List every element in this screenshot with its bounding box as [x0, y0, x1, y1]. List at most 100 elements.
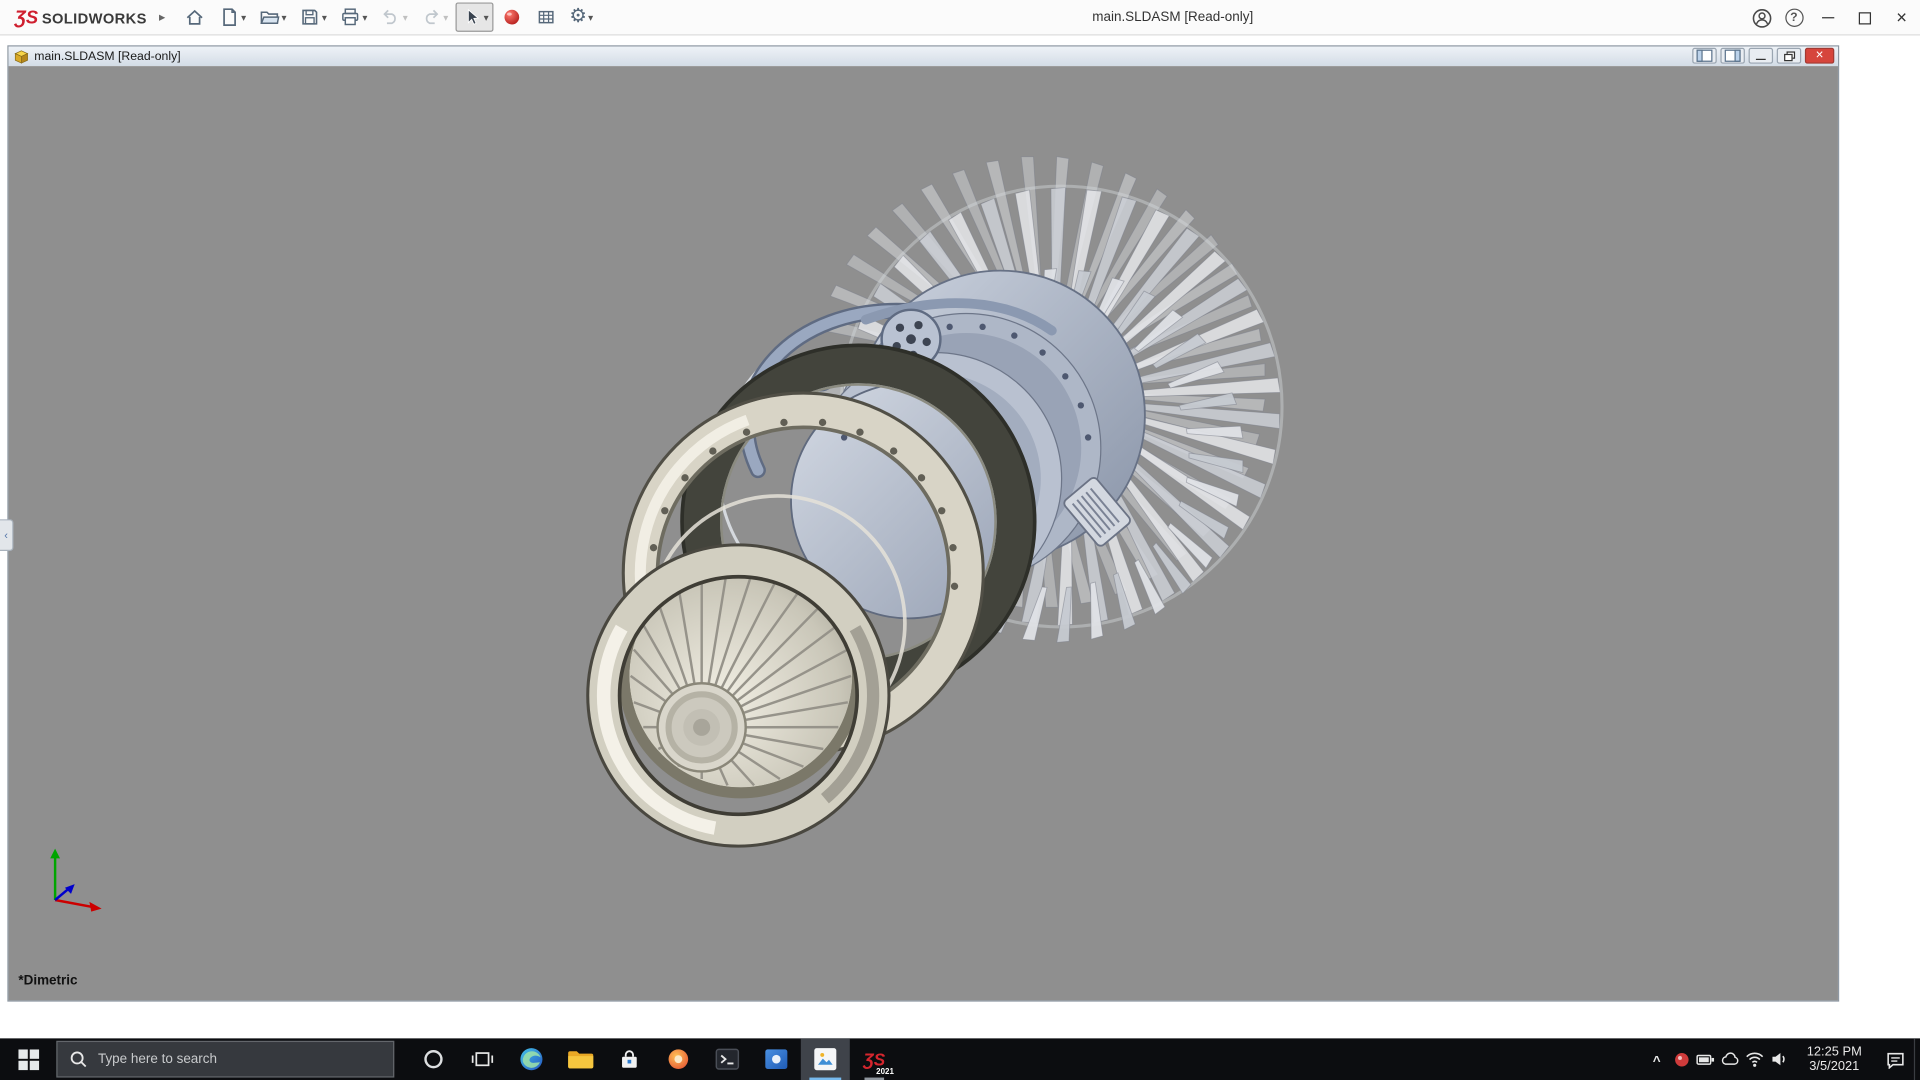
close-button[interactable]: × — [1883, 0, 1920, 36]
split-pane-right-icon — [1724, 49, 1741, 62]
dropdown-caret[interactable]: ▾ — [362, 12, 367, 23]
open-button[interactable]: ▾ — [253, 2, 291, 31]
document-window-controls: × — [1692, 48, 1834, 64]
solidworks-icon: ƷS — [863, 1049, 885, 1069]
tray-battery-icon[interactable] — [1693, 1038, 1717, 1080]
document-window: main.SLDASM [Read-only] × — [7, 45, 1839, 1001]
tray-onedrive-icon[interactable] — [1718, 1038, 1742, 1080]
menu-expand-arrow[interactable]: ▸ — [154, 10, 177, 23]
tray-network-icon[interactable] — [1742, 1038, 1766, 1080]
wifi-icon — [1745, 1051, 1765, 1068]
action-center-button[interactable] — [1877, 1038, 1914, 1080]
select-arrow-icon — [460, 6, 482, 28]
pane-layout-right-button[interactable] — [1720, 48, 1744, 64]
component-properties-button[interactable] — [530, 2, 562, 31]
cortana-icon — [422, 1048, 444, 1070]
cloud-icon — [1720, 1050, 1740, 1068]
taskbar-app-blue-icon[interactable] — [752, 1038, 801, 1080]
close-icon: × — [1816, 49, 1824, 62]
document-title: main.SLDASM [Read-only] — [34, 50, 180, 63]
taskbar-app-orange-icon[interactable] — [654, 1038, 703, 1080]
help-icon: ? — [1785, 9, 1803, 27]
system-tray: ^ 12:25 PM 3/5/2021 — [1644, 1038, 1920, 1080]
tray-show-hidden-icons[interactable]: ^ — [1644, 1038, 1668, 1080]
dropdown-caret[interactable]: ▾ — [484, 12, 489, 23]
tray-app-icon[interactable] — [1669, 1038, 1693, 1080]
photos-window-icon — [813, 1047, 837, 1071]
dropdown-caret[interactable]: ▾ — [322, 12, 327, 23]
dropdown-caret[interactable]: ▾ — [588, 12, 593, 23]
taskbar-clock[interactable]: 12:25 PM 3/5/2021 — [1796, 1044, 1872, 1073]
help-button[interactable]: ? — [1778, 0, 1810, 36]
solidworks-logo[interactable]: ƷS SOLIDWORKS — [7, 7, 154, 28]
task-view-button[interactable] — [458, 1038, 507, 1080]
z-axis-arrow — [65, 884, 75, 894]
save-button[interactable]: ▾ — [294, 2, 332, 31]
redo-icon — [420, 6, 442, 28]
taskbar-solidworks-icon[interactable]: ƷS 2021 — [850, 1038, 899, 1080]
red-sphere-button[interactable] — [496, 2, 528, 31]
account-icon — [1751, 7, 1773, 29]
close-icon: × — [1896, 9, 1907, 27]
pane-layout-left-button[interactable] — [1692, 48, 1716, 64]
task-view-icon — [471, 1049, 493, 1069]
search-input[interactable] — [98, 1052, 355, 1067]
print-icon — [339, 6, 361, 28]
taskbar-edge-icon[interactable] — [507, 1038, 556, 1080]
app-titlebar: ƷS SOLIDWORKS ▸ ▾ ▾ ▾ ▾ — [0, 0, 1920, 36]
dropdown-caret[interactable]: ▾ — [281, 12, 286, 23]
tray-volume-icon[interactable] — [1767, 1038, 1791, 1080]
search-icon — [70, 1051, 87, 1068]
document-close-button[interactable]: × — [1805, 48, 1834, 64]
red-dot-tray-icon — [1673, 1051, 1689, 1067]
dropdown-caret[interactable]: ▾ — [403, 12, 408, 23]
3d-viewport[interactable]: *Dimetric — [9, 66, 1838, 1000]
minimize-icon — [1756, 59, 1766, 60]
options-button[interactable]: ⚙ ▾ — [564, 2, 598, 31]
window-title: main.SLDASM [Read-only] — [1092, 10, 1253, 25]
taskbar: ƷS 2021 ^ 12:25 PM 3/5/ — [0, 1038, 1920, 1080]
account-button[interactable] — [1746, 0, 1778, 36]
dropdown-caret[interactable]: ▾ — [241, 12, 246, 23]
select-tool-button[interactable]: ▾ — [455, 2, 493, 31]
jet-engine-model — [9, 66, 1838, 1000]
orientation-triad[interactable] — [33, 844, 111, 922]
file-explorer-icon — [567, 1047, 594, 1071]
home-button[interactable] — [179, 2, 211, 31]
start-button[interactable] — [0, 1038, 56, 1080]
taskbar-store-icon[interactable] — [605, 1038, 654, 1080]
taskbar-search[interactable] — [56, 1041, 394, 1078]
minimize-icon — [1822, 17, 1834, 18]
redo-button[interactable]: ▾ — [415, 2, 453, 31]
minimize-button[interactable] — [1810, 0, 1847, 36]
blue-app-icon — [764, 1048, 788, 1070]
red-sphere-icon — [501, 6, 523, 28]
taskbar-active-app-icon[interactable] — [801, 1038, 850, 1080]
document-titlebar[interactable]: main.SLDASM [Read-only] × — [9, 47, 1838, 67]
open-folder-icon — [258, 6, 280, 28]
document-restore-button[interactable] — [1777, 48, 1801, 64]
exhaust-nozzle — [588, 545, 889, 846]
maximize-icon — [1859, 12, 1871, 24]
document-minimize-button[interactable] — [1749, 48, 1773, 64]
undo-icon — [380, 6, 402, 28]
panel-collapse-arrow[interactable]: ‹ — [0, 519, 13, 551]
windows-logo-icon — [18, 1049, 39, 1070]
dropdown-caret[interactable]: ▾ — [443, 12, 448, 23]
new-document-button[interactable]: ▾ — [213, 2, 251, 31]
view-orientation-label: *Dimetric — [18, 973, 77, 988]
show-desktop-button[interactable] — [1914, 1038, 1920, 1080]
main-toolbar: ƷS SOLIDWORKS ▸ ▾ ▾ ▾ ▾ — [0, 2, 599, 31]
taskbar-console-icon[interactable] — [703, 1038, 752, 1080]
maximize-button[interactable] — [1847, 0, 1884, 36]
save-icon — [299, 6, 321, 28]
print-button[interactable]: ▾ — [334, 2, 372, 31]
console-icon — [715, 1048, 739, 1070]
taskbar-file-explorer-icon[interactable] — [556, 1038, 605, 1080]
undo-button[interactable]: ▾ — [375, 2, 413, 31]
dassault-mark: ƷS — [15, 7, 38, 28]
cortana-button[interactable] — [409, 1038, 458, 1080]
screen: ƷS SOLIDWORKS ▸ ▾ ▾ ▾ ▾ — [0, 0, 1920, 1080]
x-axis-arrow — [89, 902, 101, 912]
solidworks-year-badge: 2021 — [876, 1068, 894, 1077]
